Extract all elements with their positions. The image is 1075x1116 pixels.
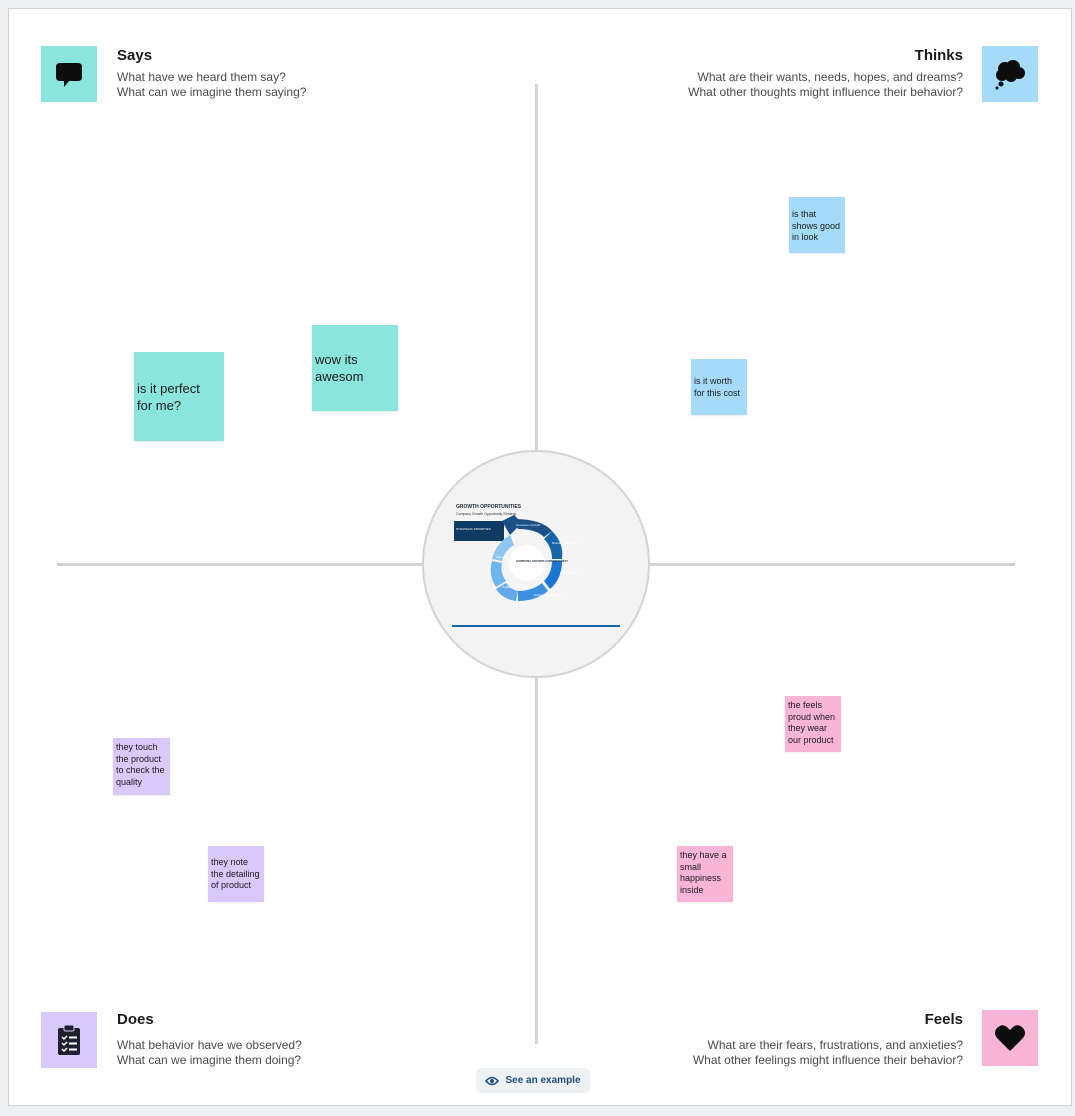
heart-icon [982,1010,1038,1066]
label-3: Market Share [560,571,579,575]
label-1: Consumer Growth [516,523,541,527]
thinks-prompts: What are their wants, needs, hopes, and … [688,70,963,100]
label-6: Innovation [496,555,510,559]
does-prompt-1: What behavior have we observed? [117,1038,302,1052]
sticky-line: to check the [116,765,165,775]
sticky-line: is that [792,209,817,219]
feels-prompt-1: What are their fears, frustrations, and … [707,1038,963,1052]
growth-opportunities-image[interactable]: GROWTH OPPORTUNITIES Company Growth Oppo… [452,501,620,627]
thinks-title: Thinks [914,47,963,64]
sticky-line: the feels [788,700,823,710]
sticky-line: for this cost [694,387,741,398]
sticky-note-says-2[interactable]: wow its awesom [312,325,398,411]
vertical-divider-top [535,84,538,450]
sticky-line: they touch [116,742,158,752]
horizontal-divider-left [57,563,422,566]
label-4: Digital Transformation [534,593,564,597]
see-example-button[interactable]: See an example [476,1068,590,1093]
eye-icon [485,1076,500,1085]
sticky-note-thinks-1[interactable]: is that shows good in look [789,197,845,253]
sticky-line: they note [211,857,249,867]
thought-cloud-icon [982,46,1038,102]
sticky-line: proud when [788,711,836,722]
sticky-note-says-1[interactable]: is it perfect for me? [134,352,224,441]
sticky-line: the detailing [211,868,260,879]
sticky-note-feels-2[interactable]: they have a small happiness inside [677,846,733,902]
label-5: Strategic Partnerships [502,585,532,589]
growth-cycle-diagram [452,515,620,627]
sticky-line: our product [788,734,834,745]
sticky-line: they have a [680,850,727,860]
sticky-line: wow its [315,352,358,367]
says-prompts: What have we heard them say? What can we… [117,70,306,100]
sticky-line: is it perfect [137,380,200,396]
sticky-line: happiness [680,873,722,883]
label-2: Business Alignment [552,541,579,545]
says-prompt-1: What have we heard them say? [117,70,286,84]
sticky-note-feels-1[interactable]: the feels proud when they wear our produ… [785,696,841,752]
sticky-line: small [680,861,702,872]
clipboard-checklist-icon [41,1012,97,1068]
does-prompts: What behavior have we observed? What can… [117,1038,302,1068]
label-strategic: STRATEGIC PRIORITIES [456,527,491,531]
sticky-line: shows good [792,220,841,231]
sticky-line: for me? [137,397,182,413]
says-title: Says [117,47,153,64]
thinks-prompt-2: What other thoughts might influence thei… [688,85,963,99]
sticky-line: inside [680,884,704,895]
sticky-line: of product [211,880,252,890]
label-center: COMPANY GROWTH OPPORTUNITY [516,559,569,563]
does-title: Does [117,1011,154,1028]
sticky-line: they wear [788,723,828,733]
sticky-line: in look [792,232,819,242]
feels-prompts: What are their fears, frustrations, and … [693,1038,963,1068]
see-example-label: See an example [505,1075,581,1086]
thinks-prompt-1: What are their wants, needs, hopes, and … [697,70,963,84]
vertical-divider-bottom [535,678,538,1044]
sticky-line: quality [116,776,143,787]
does-prompt-2: What can we imagine them doing? [117,1053,302,1067]
horizontal-divider-right [650,563,1015,566]
sticky-line: is it worth [694,376,733,386]
sticky-note-does-2[interactable]: they note the detailing of product [208,846,264,902]
sticky-line: the product [116,753,162,764]
sticky-note-thinks-2[interactable]: is it worth for this cost [691,359,747,415]
speech-bubble-icon [41,46,97,102]
sticky-line: awesom [315,369,364,384]
says-prompt-2: What can we imagine them saying? [117,85,307,99]
feels-prompt-2: What other feelings might influence thei… [692,1053,963,1067]
sticky-note-does-1[interactable]: they touch the product to check the qual… [113,738,170,795]
feels-title: Feels [924,1011,963,1028]
